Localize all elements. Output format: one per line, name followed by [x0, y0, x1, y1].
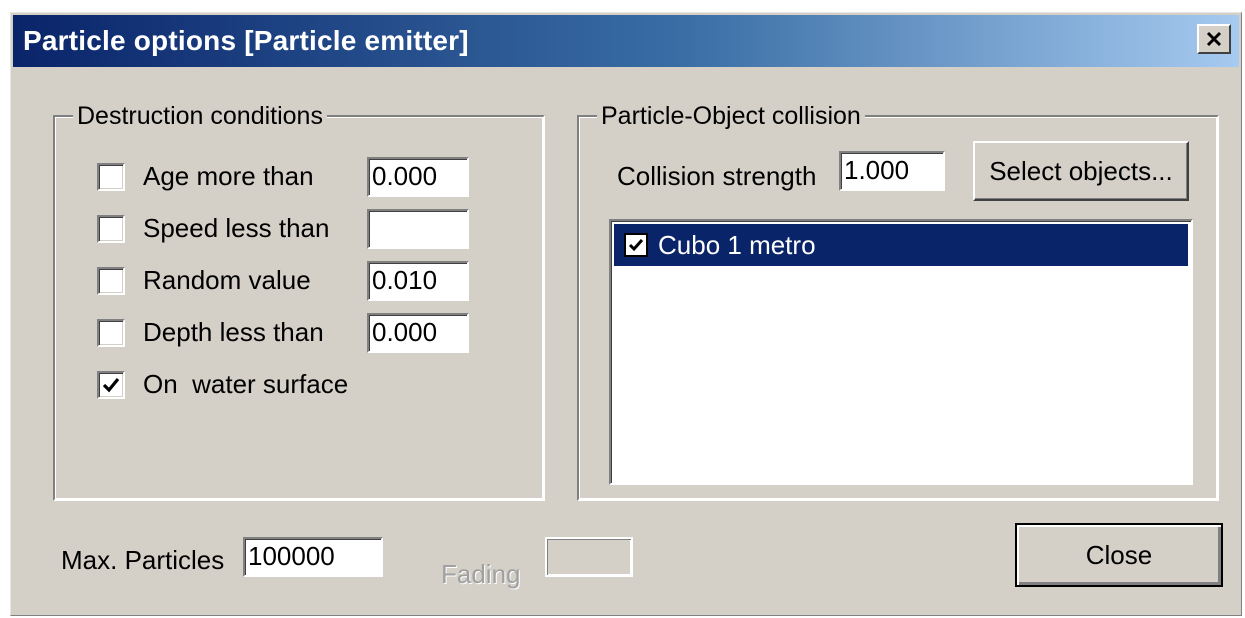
water-surface-label: On water surface	[143, 369, 349, 399]
age-label: Age more than	[143, 161, 314, 191]
object-label: Cubo 1 metro	[658, 229, 816, 260]
max-particles-input[interactable]: 100000	[243, 537, 383, 577]
checkmark-icon	[628, 239, 644, 252]
close-button[interactable]: Close	[1015, 523, 1223, 587]
collision-strength-input[interactable]: 1.000	[839, 151, 945, 191]
speed-label: Speed less than	[143, 213, 330, 243]
random-label: Random value	[143, 265, 311, 295]
speed-checkbox[interactable]	[97, 215, 125, 243]
fading-label: Fading	[441, 559, 521, 589]
age-checkbox[interactable]	[97, 163, 125, 191]
particle-object-collision-legend: Particle-Object collision	[597, 101, 865, 131]
close-icon	[1206, 31, 1222, 47]
title-bar[interactable]: Particle options [Particle emitter]	[13, 15, 1239, 67]
speed-input[interactable]	[367, 209, 469, 249]
max-particles-label: Max. Particles	[61, 545, 225, 575]
collision-strength-label: Collision strength	[617, 161, 817, 191]
water-surface-checkbox[interactable]	[97, 371, 125, 399]
fading-input	[545, 537, 633, 577]
collision-objects-list[interactable]: Cubo 1 metro	[609, 219, 1193, 485]
depth-label: Depth less than	[143, 317, 324, 347]
destruction-conditions-legend: Destruction conditions	[73, 101, 327, 131]
random-checkbox[interactable]	[97, 267, 125, 295]
particle-options-dialog: Particle options [Particle emitter] Dest…	[10, 12, 1242, 616]
checkmark-icon	[102, 377, 120, 393]
random-input[interactable]: 0.010	[367, 261, 469, 301]
window-title: Particle options [Particle emitter]	[23, 25, 469, 56]
list-item-cubo-1-metro[interactable]: Cubo 1 metro	[614, 224, 1188, 266]
age-input[interactable]: 0.000	[367, 157, 469, 197]
object-checkbox[interactable]	[624, 233, 648, 257]
depth-input[interactable]: 0.000	[367, 313, 469, 353]
select-objects-button[interactable]: Select objects...	[973, 141, 1189, 201]
depth-checkbox[interactable]	[97, 319, 125, 347]
close-window-button[interactable]	[1197, 24, 1231, 54]
